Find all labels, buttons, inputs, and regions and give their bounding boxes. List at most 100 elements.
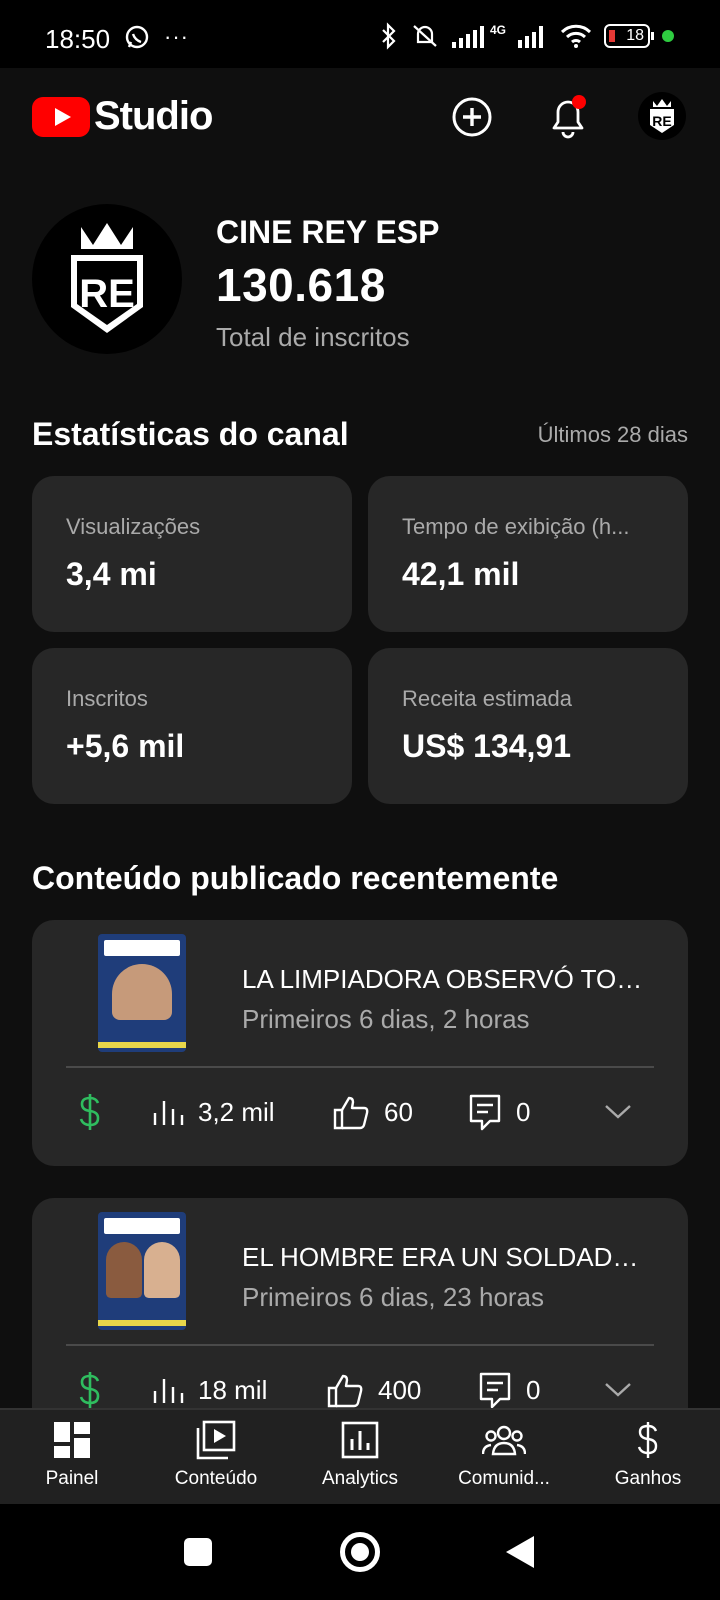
divider — [66, 1344, 654, 1346]
status-left-icons: ··· — [124, 24, 189, 50]
video-title: EL HOMBRE ERA UN SOLDADO ... — [242, 1242, 652, 1272]
nav-label: Comunid... — [458, 1468, 550, 1489]
nav-label: Analytics — [321, 1468, 399, 1489]
svg-text:RE: RE — [652, 113, 671, 129]
views-stat: 3,2 mil — [152, 1090, 275, 1134]
status-time: 18:50 — [45, 24, 111, 54]
comments-count: 0 — [516, 1096, 531, 1127]
nav-item-earn[interactable]: Ganhos — [576, 1418, 720, 1502]
likes-count: 60 — [384, 1096, 413, 1127]
account-avatar[interactable]: RE — [638, 92, 686, 140]
dashboard-icon — [54, 1422, 90, 1458]
monetization-status — [78, 1368, 116, 1408]
nav-item-content[interactable]: Conteúdo — [144, 1418, 288, 1502]
channel-summary: RE CINE REY ESP 130.618 Total de inscrit… — [32, 204, 692, 354]
video-thumbnail[interactable] — [98, 1212, 186, 1330]
stat-label: Visualizações — [66, 514, 201, 539]
plus-circle-icon — [452, 97, 492, 137]
signal-icon — [451, 26, 484, 48]
likes-stat: 400 — [326, 1368, 421, 1408]
nav-label: Painel — [45, 1468, 99, 1489]
stat-value: 42,1 mil — [402, 556, 520, 592]
dashboard-content[interactable]: RE CINE REY ESP 130.618 Total de inscrit… — [0, 168, 720, 1408]
views-count: 18 mil — [198, 1374, 268, 1405]
dollar-icon — [79, 1094, 100, 1130]
nav-item-analytics[interactable]: Analytics — [288, 1418, 432, 1502]
earn-icon — [637, 1422, 658, 1458]
recent-content-title: Conteúdo publicado recentemente — [32, 860, 559, 896]
signal-icon-2 — [518, 26, 543, 48]
stat-value: 3,4 mi — [66, 556, 157, 592]
avatar-text: RE — [79, 272, 135, 316]
thumbs-up-icon — [333, 1096, 369, 1130]
bottom-navigation: Painel Conteúdo Analytics Comunid... Gan… — [0, 1408, 720, 1504]
video-thumbnail[interactable] — [98, 934, 186, 1052]
bluetooth-icon — [382, 22, 396, 50]
bar-chart-icon — [153, 1101, 184, 1125]
notifications-button[interactable] — [544, 93, 592, 141]
youtube-play-icon — [32, 96, 90, 137]
stat-card-views[interactable]: Visualizações 3,4 mi — [32, 476, 352, 632]
dollar-icon — [79, 1372, 100, 1408]
comments-stat: 0 — [478, 1368, 540, 1408]
network-type: 4G — [489, 23, 506, 37]
comment-icon — [469, 1094, 501, 1131]
stat-label: Tempo de exibição (h... — [402, 514, 630, 539]
stats-period: Últimos 28 dias — [537, 422, 688, 447]
create-button[interactable] — [448, 93, 496, 141]
home-button[interactable] — [340, 1532, 380, 1572]
chevron-down-icon — [605, 1383, 631, 1397]
video-stats: 3,2 mil 60 0 — [66, 1090, 654, 1134]
stat-card-subscribers[interactable]: Inscritos +5,6 mil — [32, 648, 352, 804]
system-navigation-bar — [0, 1504, 720, 1600]
channel-avatar[interactable]: RE — [32, 204, 182, 354]
expand-button[interactable] — [604, 1090, 646, 1134]
stat-value: +5,6 mil — [66, 728, 185, 764]
comment-icon — [479, 1372, 511, 1408]
nav-label: Ganhos — [614, 1468, 682, 1489]
subscriber-count: 130.618 — [216, 259, 386, 311]
stats-title: Estatísticas do canal — [32, 416, 349, 452]
chevron-down-icon — [605, 1105, 631, 1119]
likes-count: 400 — [378, 1374, 422, 1405]
thumbs-up-icon — [327, 1374, 363, 1408]
expand-button[interactable] — [604, 1368, 646, 1408]
status-bar: 18:50 ··· 4G 18 — [0, 0, 720, 68]
comments-count: 0 — [526, 1374, 541, 1405]
status-right-icons: 4G 18 — [380, 22, 674, 50]
stat-card-revenue[interactable]: Receita estimada US$ 134,91 — [368, 648, 688, 804]
content-icon — [196, 1420, 236, 1460]
stat-value: US$ 134,91 — [402, 728, 572, 764]
divider — [66, 1066, 654, 1068]
views-count: 3,2 mil — [198, 1096, 275, 1127]
likes-stat: 60 — [332, 1090, 413, 1134]
channel-logo-icon: RE — [71, 223, 143, 333]
nav-item-dashboard[interactable]: Painel — [0, 1418, 144, 1502]
app-header: Studio RE — [0, 68, 720, 168]
video-title: LA LIMPIADORA OBSERVÓ TOD... — [242, 964, 652, 994]
more-dots-icon: ··· — [164, 24, 189, 49]
video-stats: 18 mil 400 0 — [66, 1368, 654, 1408]
video-period: Primeiros 6 dias, 23 horas — [242, 1282, 545, 1312]
community-icon — [482, 1425, 526, 1456]
channel-name: CINE REY ESP — [216, 214, 440, 250]
stat-label: Inscritos — [66, 686, 148, 711]
privacy-dot-icon — [662, 30, 674, 42]
recents-button[interactable] — [184, 1538, 212, 1566]
views-stat: 18 mil — [152, 1368, 267, 1408]
bell-icon — [552, 95, 586, 139]
analytics-icon — [341, 1421, 379, 1459]
silent-bell-icon — [413, 25, 437, 47]
battery-indicator: 18 — [604, 24, 654, 48]
whatsapp-icon — [125, 25, 149, 49]
stat-card-watch-time[interactable]: Tempo de exibição (h... 42,1 mil — [368, 476, 688, 632]
channel-logo-icon: RE — [650, 99, 674, 133]
monetization-status — [78, 1090, 116, 1134]
bar-chart-icon — [153, 1379, 184, 1403]
comments-stat: 0 — [468, 1090, 530, 1134]
nav-item-community[interactable]: Comunid... — [432, 1418, 576, 1502]
video-card[interactable]: EL HOMBRE ERA UN SOLDADO ... Primeiros 6… — [32, 1198, 688, 1408]
back-button[interactable] — [506, 1536, 534, 1568]
studio-logo[interactable]: Studio — [32, 94, 213, 139]
video-card[interactable]: LA LIMPIADORA OBSERVÓ TOD... Primeiros 6… — [32, 920, 688, 1166]
